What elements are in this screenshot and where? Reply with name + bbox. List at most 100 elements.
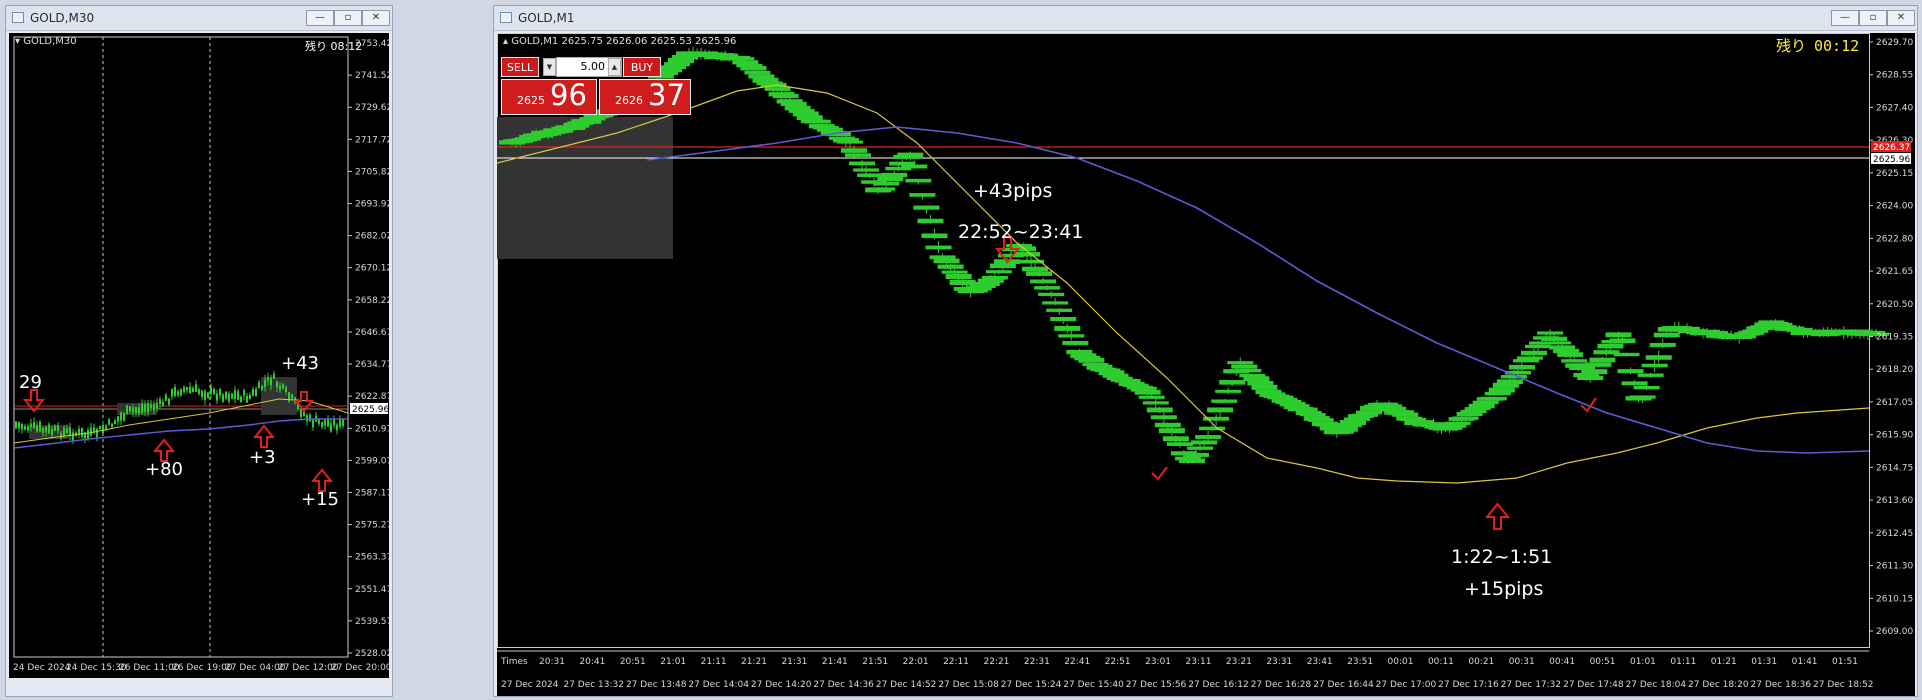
candle-body [207, 392, 209, 398]
candle-body [234, 390, 236, 399]
candle-body [1187, 446, 1214, 450]
time-axis-tick: 27 Dec 17:16 [1438, 680, 1499, 690]
candle-body [15, 421, 17, 429]
candle-body [1577, 375, 1604, 381]
chart-window-icon [12, 12, 24, 23]
candle-body [255, 388, 257, 397]
candle-body [804, 119, 831, 124]
lot-decrease-spinner[interactable]: ▼ [543, 58, 556, 76]
left-chart-area[interactable]: ▾ GOLD,M30 29 +43 +80 +3 +15 残り 08:12 27… [9, 33, 389, 678]
candle-body [933, 258, 960, 264]
annotation-29: 29 [19, 372, 42, 393]
time-label: 23:41 [1307, 657, 1333, 667]
time-label: 22:31 [1024, 657, 1050, 667]
minimize-button[interactable]: — [306, 10, 334, 26]
buy-price-big: 37 [648, 78, 685, 112]
candle-body [985, 270, 1012, 274]
minimize-button[interactable]: — [1831, 10, 1859, 26]
left-chart-window: GOLD,M30 — ▫ ✕ ▾ GOLD,M30 29 +43 +80 +3 … [5, 5, 393, 697]
candle-body [909, 193, 936, 197]
candle-body [1557, 352, 1584, 357]
candle-body [156, 402, 158, 409]
candle-body [321, 421, 323, 427]
close-button[interactable]: ✕ [362, 10, 390, 26]
candle-body [1191, 440, 1218, 445]
candle-body [138, 407, 140, 414]
price-axis-tick: 2610.15 [1876, 594, 1913, 604]
candle-body [1629, 395, 1656, 399]
annotation-plus3: +3 [249, 447, 276, 468]
candle-body [1134, 389, 1161, 395]
price-axis-tick: 2729.62 [355, 103, 389, 113]
candle-body [105, 425, 107, 429]
candle-body [219, 388, 221, 396]
left-window-title: GOLD,M30 [30, 11, 95, 25]
lot-increase-spinner[interactable]: ▲ [608, 58, 621, 76]
time-label: 21:51 [862, 657, 888, 667]
time-label: 00:01 [1388, 657, 1414, 667]
time-axis-tick: 27 Dec 18:36 [1750, 680, 1812, 690]
candle-body [1617, 369, 1644, 374]
candle-body [869, 187, 896, 191]
candle-body [1641, 363, 1668, 368]
close-button[interactable]: ✕ [1887, 10, 1915, 26]
candle-body [873, 181, 900, 186]
candle-body [897, 152, 924, 158]
time-label: 22:41 [1064, 657, 1090, 667]
time-axis-tick: 27 Dec 2024 [501, 680, 559, 690]
candle-body [267, 377, 269, 381]
time-axis-tick: 27 Dec 16:44 [1313, 680, 1374, 690]
left-countdown: 残り 08:12 [305, 39, 362, 53]
candle-body [159, 398, 161, 405]
candle-body [917, 218, 944, 224]
candle-body [796, 115, 823, 121]
candle-body [1589, 357, 1616, 363]
sell-button[interactable]: SELL [501, 57, 539, 77]
candle-body [69, 427, 71, 436]
right-chart-area[interactable]: +43pips 22:52~23:41 1:22~1:51 +15pips 残り… [497, 33, 1915, 696]
candle-body [1162, 436, 1189, 442]
candle-body [1054, 325, 1081, 331]
candle-body [836, 140, 863, 144]
candle-body [114, 420, 116, 424]
candle-body [195, 384, 197, 392]
right-ma-slow-line [646, 126, 1870, 454]
candle-body [168, 398, 170, 405]
candle-body [853, 168, 880, 172]
price-axis-tick: 2622.80 [1876, 234, 1913, 244]
candle-body [901, 164, 928, 169]
candle-body [21, 423, 23, 430]
candle-body [213, 388, 215, 395]
candle-body [1613, 352, 1640, 357]
price-axis-tick: 2670.12 [355, 264, 389, 274]
candle-body [66, 428, 68, 434]
candle-body [96, 428, 98, 438]
restore-button[interactable]: ▫ [334, 10, 362, 26]
price-axis-tick: 2658.22 [355, 296, 389, 306]
time-label: 21:11 [701, 657, 727, 667]
buy-button[interactable]: BUY [623, 57, 661, 77]
candle-body [237, 391, 239, 400]
candle-body [1597, 343, 1624, 349]
chart-menu-triangle-icon[interactable]: ▴ [503, 36, 508, 47]
time-label: 21:21 [741, 657, 767, 667]
candle-body [1166, 442, 1193, 446]
candle-body [36, 424, 38, 432]
left-chart-svg: 29 +43 +80 +3 +15 残り 08:12 2753.42 2741.5… [13, 36, 389, 659]
buy-price-box[interactable]: 2626 37 [599, 78, 691, 115]
restore-button[interactable]: ▫ [1859, 10, 1887, 26]
time-label: 23:01 [1145, 657, 1171, 667]
time-axis-tick: 27 Dec 18:04 [1625, 680, 1687, 690]
time-axis-tick: 27 Dec 15:24 [1000, 680, 1062, 690]
candle-body [1541, 336, 1568, 341]
time-axis-tick: 27 Dec 14:20 [750, 680, 812, 690]
candle-body [180, 388, 182, 396]
candle-body [33, 422, 35, 429]
candle-body [1537, 331, 1564, 335]
candle-body [1138, 395, 1165, 399]
sell-price-box[interactable]: 2625 96 [501, 78, 597, 115]
candle-body [93, 427, 95, 432]
candle-body [117, 416, 119, 422]
candle-body [27, 426, 29, 431]
candle-body [222, 394, 224, 402]
